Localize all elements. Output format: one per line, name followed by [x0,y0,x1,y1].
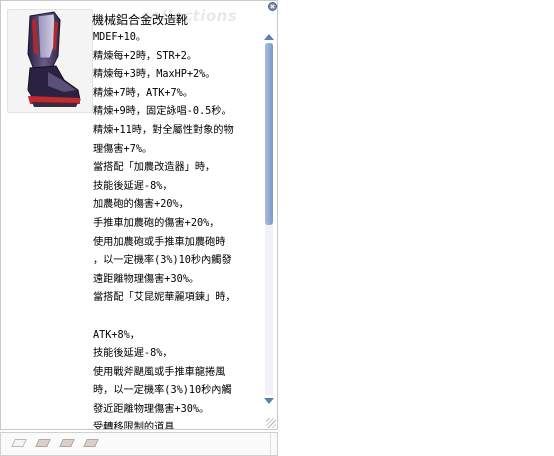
description-line: 理傷害+7%。 [93,143,153,155]
card-slot-bar [0,432,278,456]
item-name: 機械鋁合金改造靴 [92,13,189,27]
description-line: 遠距離物理傷害+30%。 [93,273,200,285]
description-line: 發近距離物理傷害+30%。 [93,403,210,415]
resize-grip-icon[interactable] [266,418,276,428]
scroll-thumb[interactable] [265,43,273,225]
description-line: MDEF+10。 [93,32,147,43]
description-line: 使用戰斧颶風或手推車龍捲風 [93,366,226,378]
description-line: 時，以一定機率(3%)10秒內觸 [93,385,232,397]
item-image [7,9,93,113]
close-icon[interactable] [268,2,277,11]
card-slot-icon[interactable] [83,439,99,447]
description-line: 精煉每+2時，STR+2。 [93,50,198,62]
description-line: 精煉+11時，對全屬性對象的物 [93,124,234,136]
mechanical-boots-icon [27,11,81,107]
scroll-up-icon[interactable] [264,33,274,41]
description-line: 加農砲的傷害+20%， [93,199,189,211]
description-line: 精煉+7時，ATK+7%。 [93,87,194,99]
scroll-down-icon[interactable] [264,397,274,405]
description-line: 使用加農砲或手推車加農砲時 [93,236,226,248]
description-line: 技能後延遲-8%， [93,180,173,192]
card-slot-icon[interactable] [35,439,51,447]
description-line: 技能後延遲-8%， [93,348,173,360]
description-line: ATK+8%， [93,329,140,341]
description-line: ，以一定機率(3%)10秒內觸發 [93,255,232,267]
card-slot-empty-icon[interactable] [11,439,27,447]
description-line: 當搭配「加農改造器」時， [93,162,216,174]
description-line: 當搭配「艾昆妮華麗項鍊」時， [93,292,236,304]
item-description: MDEF+10。 精煉每+2時，STR+2。 精煉每+3時，MaxHP+2%。 … [93,29,265,429]
card-bar-divider [270,433,279,455]
description-scrollbar[interactable] [264,33,274,405]
item-info-window: collections 機械鋁合金改造靴 MDEF+10。 精煉每+2時，STR… [0,0,278,430]
card-slot-icon[interactable] [59,439,75,447]
description-line: 精煉+9時，固定詠唱-0.5秒。 [93,106,232,118]
restriction-link[interactable]: 受轉移限制的道具 [93,419,265,429]
description-line [93,308,265,327]
description-line: 精煉每+3時，MaxHP+2%。 [93,69,216,81]
description-line: 手推車加農砲的傷害+20%， [93,217,220,229]
